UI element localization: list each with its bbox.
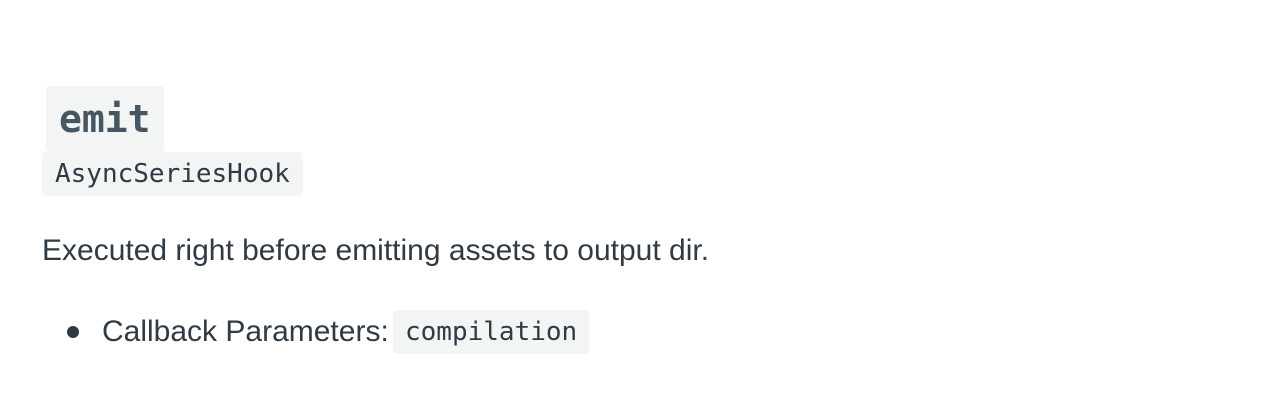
bullet-icon [67,326,79,338]
hook-heading: emit [46,86,164,152]
hook-description: Executed right before emitting assets to… [42,234,710,267]
params-code: compilation [393,310,590,354]
hook-type-badge: AsyncSeriesHook [42,152,303,196]
params-label: Callback Parameters: [102,315,389,348]
